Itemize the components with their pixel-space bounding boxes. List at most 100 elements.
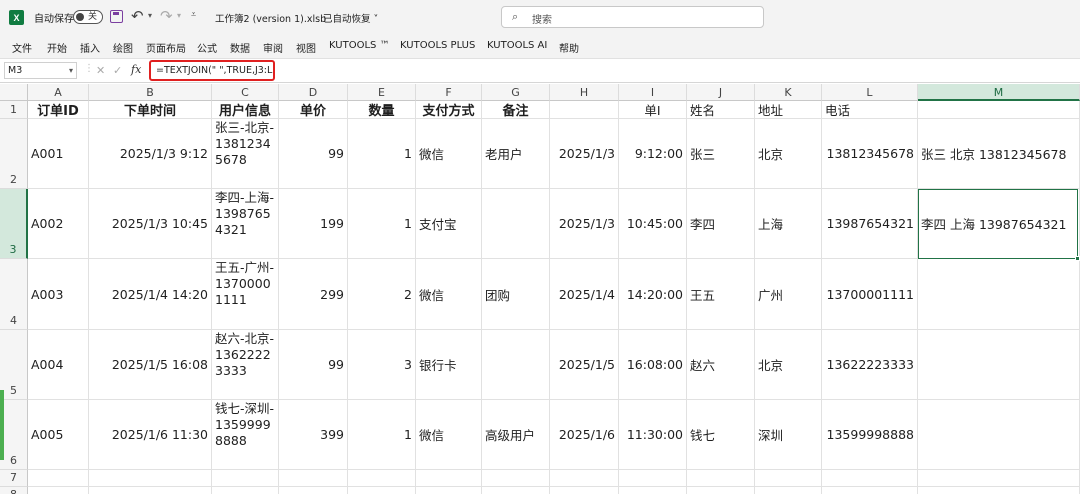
cell-d2[interactable]: 99: [279, 119, 348, 189]
cell-c6[interactable]: 钱七-深圳-13599998888: [212, 400, 279, 470]
tab-draw[interactable]: 绘图: [113, 40, 133, 55]
cell-c3[interactable]: 李四-上海-13987654321: [212, 189, 279, 259]
column-header-f[interactable]: F: [416, 84, 482, 101]
cell-d5[interactable]: 99: [279, 330, 348, 400]
column-header-c[interactable]: C: [212, 84, 279, 101]
cell-c4[interactable]: 王五-广州-13700001111: [212, 259, 279, 330]
cell-g7[interactable]: [482, 470, 550, 487]
column-header-j[interactable]: J: [687, 84, 755, 101]
cell-j3[interactable]: 李四: [687, 189, 755, 259]
cell-a6[interactable]: A005: [28, 400, 89, 470]
cell-l7[interactable]: [822, 470, 918, 487]
cell-e1[interactable]: 数量: [348, 101, 416, 119]
column-header-k[interactable]: K: [755, 84, 822, 101]
cancel-icon[interactable]: ✕: [96, 64, 105, 77]
cell-j5[interactable]: 赵六: [687, 330, 755, 400]
tab-review[interactable]: 审阅: [263, 40, 283, 55]
cell-i6[interactable]: 11:30:00: [619, 400, 687, 470]
cell-k5[interactable]: 北京: [755, 330, 822, 400]
row-header-8[interactable]: 8: [0, 487, 28, 494]
saved-status[interactable]: 已自动恢复 ˅: [323, 11, 378, 25]
cell-b4[interactable]: 2025/1/4 14:20: [89, 259, 212, 330]
column-header-d[interactable]: D: [279, 84, 348, 101]
cell-e4[interactable]: 2: [348, 259, 416, 330]
tab-data[interactable]: 数据: [230, 40, 250, 55]
cell-a3[interactable]: A002: [28, 189, 89, 259]
cell-k7[interactable]: [755, 470, 822, 487]
cell-f5[interactable]: 银行卡: [416, 330, 482, 400]
cell-b7[interactable]: [89, 470, 212, 487]
cell-m5[interactable]: [918, 330, 1080, 400]
tab-insert[interactable]: 插入: [80, 40, 100, 55]
column-header-e[interactable]: E: [348, 84, 416, 101]
cell-e6[interactable]: 1: [348, 400, 416, 470]
cell-d7[interactable]: [279, 470, 348, 487]
cell-h8[interactable]: [550, 487, 619, 494]
cell-g8[interactable]: [482, 487, 550, 494]
cell-c8[interactable]: [212, 487, 279, 494]
cell-i5[interactable]: 16:08:00: [619, 330, 687, 400]
cell-a7[interactable]: [28, 470, 89, 487]
cell-m8[interactable]: [918, 487, 1080, 494]
cell-d8[interactable]: [279, 487, 348, 494]
column-header-a[interactable]: A: [28, 84, 89, 101]
customize-toolbar-icon[interactable]: ⩡: [191, 10, 196, 20]
cell-m3[interactable]: 李四 上海 13987654321: [918, 189, 1080, 259]
cell-b8[interactable]: [89, 487, 212, 494]
cell-l4[interactable]: 13700001111: [822, 259, 918, 330]
cell-l1[interactable]: 电话: [822, 101, 918, 119]
cell-h1[interactable]: [550, 101, 619, 119]
row-header-1[interactable]: 1: [0, 101, 28, 119]
cell-k4[interactable]: 广州: [755, 259, 822, 330]
cell-i3[interactable]: 10:45:00: [619, 189, 687, 259]
tab-kutools-plus[interactable]: KUTOOLS PLUS: [400, 40, 475, 51]
cell-d1[interactable]: 单价: [279, 101, 348, 119]
cell-j1[interactable]: 姓名: [687, 101, 755, 119]
cell-h4[interactable]: 2025/1/4: [550, 259, 619, 330]
cell-g6[interactable]: 高级用户: [482, 400, 550, 470]
insert-function-icon[interactable]: fx: [131, 63, 141, 76]
column-header-m[interactable]: M: [918, 84, 1080, 101]
row-header-4[interactable]: 4: [0, 259, 28, 330]
cell-f7[interactable]: [416, 470, 482, 487]
tab-view[interactable]: 视图: [296, 40, 316, 55]
cell-h3[interactable]: 2025/1/3: [550, 189, 619, 259]
cell-m6[interactable]: [918, 400, 1080, 470]
cell-j6[interactable]: 钱七: [687, 400, 755, 470]
cell-a4[interactable]: A003: [28, 259, 89, 330]
cell-d4[interactable]: 299: [279, 259, 348, 330]
cell-a8[interactable]: [28, 487, 89, 494]
cell-f1[interactable]: 支付方式: [416, 101, 482, 119]
cell-f2[interactable]: 微信: [416, 119, 482, 189]
column-header-i[interactable]: I: [619, 84, 687, 101]
column-header-h[interactable]: H: [550, 84, 619, 101]
cell-b5[interactable]: 2025/1/5 16:08: [89, 330, 212, 400]
cell-f3[interactable]: 支付宝: [416, 189, 482, 259]
cell-c7[interactable]: [212, 470, 279, 487]
cell-i1[interactable]: 单I: [619, 101, 687, 119]
chevron-down-icon[interactable]: ▾: [69, 63, 73, 78]
cell-c1[interactable]: 用户信息: [212, 101, 279, 119]
cell-j4[interactable]: 王五: [687, 259, 755, 330]
cell-h7[interactable]: [550, 470, 619, 487]
cell-i8[interactable]: [619, 487, 687, 494]
tab-file[interactable]: 文件: [12, 40, 32, 55]
cell-c2[interactable]: 张三-北京-13812345678: [212, 119, 279, 189]
cell-j2[interactable]: 张三: [687, 119, 755, 189]
tab-help[interactable]: 帮助: [559, 40, 579, 55]
enter-icon[interactable]: ✓: [113, 64, 122, 77]
cell-i7[interactable]: [619, 470, 687, 487]
cell-e5[interactable]: 3: [348, 330, 416, 400]
cell-k3[interactable]: 上海: [755, 189, 822, 259]
cell-i2[interactable]: 9:12:00: [619, 119, 687, 189]
tab-home[interactable]: 开始: [47, 40, 67, 55]
cell-l8[interactable]: [822, 487, 918, 494]
cell-k1[interactable]: 地址: [755, 101, 822, 119]
cell-k2[interactable]: 北京: [755, 119, 822, 189]
cell-k6[interactable]: 深圳: [755, 400, 822, 470]
cell-m1[interactable]: [918, 101, 1080, 119]
cell-b6[interactable]: 2025/1/6 11:30: [89, 400, 212, 470]
undo-dropdown-icon[interactable]: ▾: [148, 11, 152, 20]
autosave-toggle[interactable]: 关: [73, 10, 103, 24]
cell-e8[interactable]: [348, 487, 416, 494]
